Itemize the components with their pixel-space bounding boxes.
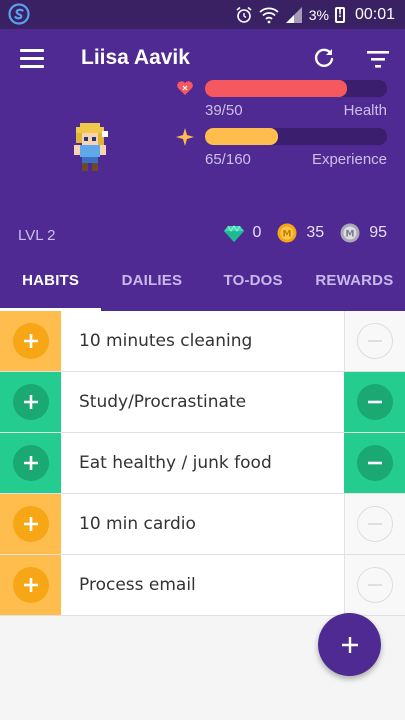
user-name: Liisa Aavik xyxy=(81,46,190,69)
experience-bar xyxy=(205,128,387,145)
menu-icon[interactable] xyxy=(20,49,44,69)
gold-coin-icon: M xyxy=(277,223,297,243)
habit-minus-button[interactable] xyxy=(344,555,405,615)
refresh-icon[interactable] xyxy=(312,46,336,70)
svg-text:M: M xyxy=(346,230,355,240)
svg-text:M: M xyxy=(283,230,292,240)
s-app-icon xyxy=(8,3,30,25)
status-bar: 3% 00:01 xyxy=(0,0,405,29)
plus-icon xyxy=(341,636,358,653)
habit-row[interactable]: Study/Procrastinate xyxy=(0,372,405,433)
wifi-icon xyxy=(259,7,279,23)
avatar[interactable] xyxy=(70,123,110,175)
habit-minus-button[interactable] xyxy=(344,433,405,493)
minus-icon xyxy=(357,567,393,603)
habit-title: Process email xyxy=(79,575,196,595)
tab-habits[interactable]: HABITS xyxy=(0,250,102,311)
tab-bar: HABITS DAILIES TO-DOS REWARDS xyxy=(0,250,405,311)
gold-count: 35 xyxy=(306,224,325,241)
habit-row[interactable]: Process email xyxy=(0,555,405,616)
battery-icon xyxy=(334,6,345,23)
plus-icon xyxy=(12,567,49,603)
profile-header: Liisa Aavik 39/50 Health 65/160 Experien… xyxy=(0,29,405,250)
plus-icon xyxy=(12,445,49,481)
plus-icon xyxy=(12,384,49,420)
habit-plus-button[interactable] xyxy=(0,372,61,432)
gems: 0 xyxy=(223,223,262,243)
signal-icon xyxy=(285,6,302,23)
status-time: 00:01 xyxy=(354,5,395,23)
gold: M 35 xyxy=(277,223,324,243)
currency-bar: 0 M 35 M 95 xyxy=(208,223,387,243)
heart-icon xyxy=(177,81,193,95)
health-value: 39/50 xyxy=(205,102,243,119)
tab-dailies[interactable]: DAILIES xyxy=(101,250,202,311)
level-label: LVL 2 xyxy=(18,227,56,244)
habit-title: Eat healthy / junk food xyxy=(79,453,272,473)
habit-plus-button[interactable] xyxy=(0,433,61,493)
habit-row[interactable]: Eat healthy / junk food xyxy=(0,433,405,494)
habit-minus-button[interactable] xyxy=(344,311,405,371)
tab-todos[interactable]: TO-DOS xyxy=(203,250,304,311)
silver-coin-icon: M xyxy=(340,223,360,243)
habit-title: 10 minutes cleaning xyxy=(79,331,253,351)
silver-count: 95 xyxy=(369,224,387,241)
plus-icon xyxy=(12,506,49,542)
habit-title: 10 min cardio xyxy=(79,514,196,534)
add-habit-button[interactable] xyxy=(318,613,381,676)
habit-plus-button[interactable] xyxy=(0,555,61,615)
experience-bar-fill xyxy=(205,128,278,145)
filter-icon[interactable] xyxy=(366,49,390,69)
battery-percent: 3% xyxy=(308,6,329,23)
experience-label: Experience xyxy=(311,151,387,168)
plus-icon xyxy=(12,323,49,359)
habit-title: Study/Procrastinate xyxy=(79,392,247,412)
habit-minus-button[interactable] xyxy=(344,372,405,432)
habit-minus-button[interactable] xyxy=(344,494,405,554)
gem-icon xyxy=(223,225,244,242)
habit-plus-button[interactable] xyxy=(0,311,61,371)
minus-icon xyxy=(356,384,393,420)
tab-rewards[interactable]: REWARDS xyxy=(304,250,405,311)
habit-list: 10 minutes cleaning Study/Procrastinate … xyxy=(0,311,405,616)
health-bar xyxy=(205,80,387,97)
experience-value: 65/160 xyxy=(205,151,251,168)
alarm-icon xyxy=(236,6,252,23)
health-bar-fill xyxy=(205,80,347,97)
silver: M 95 xyxy=(340,223,387,243)
health-label: Health xyxy=(343,102,387,119)
minus-icon xyxy=(357,506,393,542)
habit-row[interactable]: 10 min cardio xyxy=(0,494,405,555)
minus-icon xyxy=(357,323,393,359)
habit-row[interactable]: 10 minutes cleaning xyxy=(0,311,405,372)
minus-icon xyxy=(356,445,393,481)
habit-plus-button[interactable] xyxy=(0,494,61,554)
star-icon xyxy=(176,128,194,146)
gems-count: 0 xyxy=(252,224,262,241)
